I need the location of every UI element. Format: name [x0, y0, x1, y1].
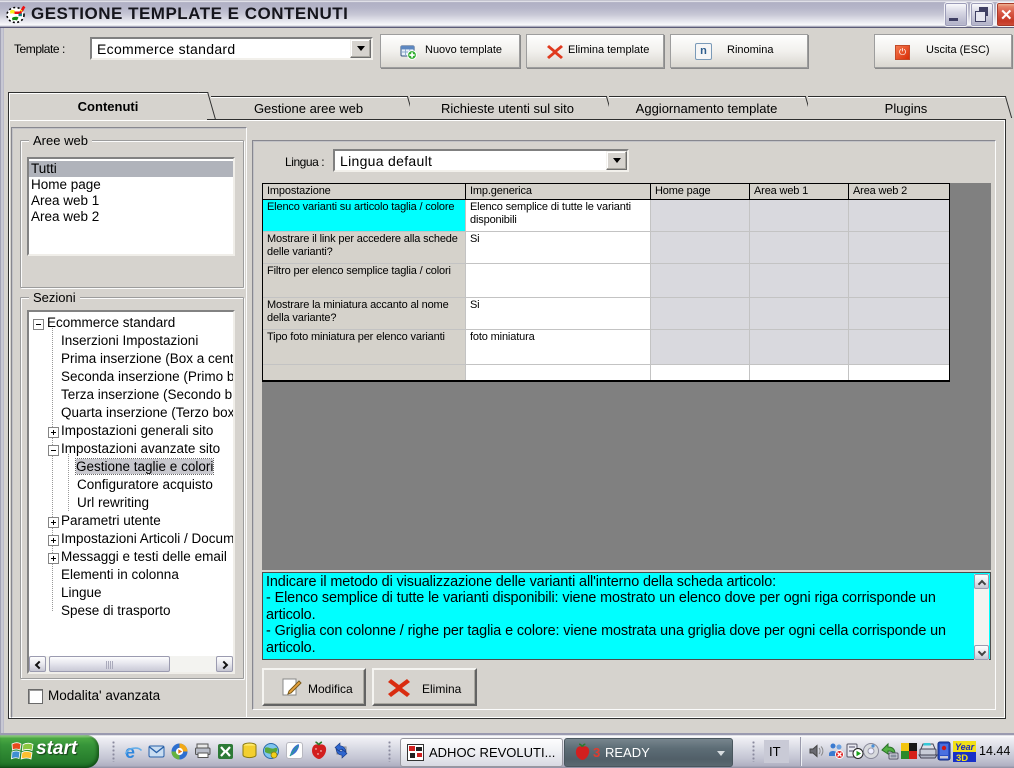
svg-text:Year: Year — [955, 742, 975, 752]
svg-text:3D: 3D — [956, 753, 968, 762]
